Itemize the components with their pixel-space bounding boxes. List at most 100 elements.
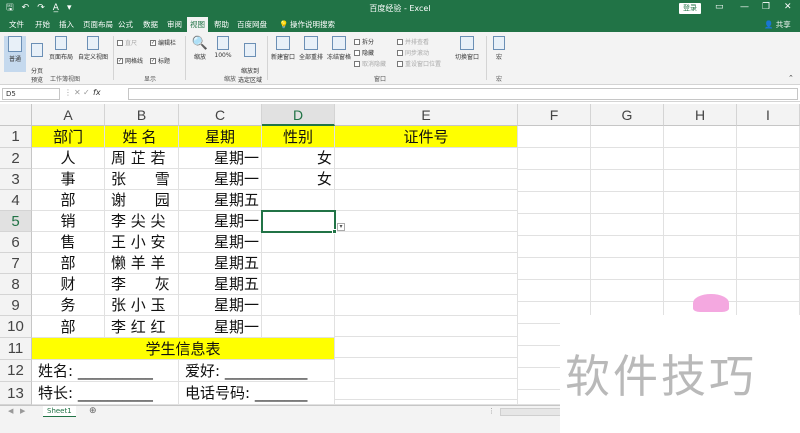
cell-b9[interactable]: 张 小 玉: [105, 295, 179, 316]
restore-icon[interactable]: ❐: [762, 2, 770, 12]
switch-windows-button[interactable]: 切换窗口: [452, 36, 482, 61]
tab-review[interactable]: 审阅: [164, 17, 185, 32]
freeze-panes-button[interactable]: 冻结窗格: [326, 36, 352, 61]
row-header-5[interactable]: 5: [0, 211, 32, 232]
col-header-b[interactable]: B: [105, 104, 179, 126]
cell-a8[interactable]: 财: [32, 274, 105, 295]
cell-d2[interactable]: 女: [262, 148, 335, 169]
cell-c8[interactable]: 星期五: [179, 274, 262, 295]
cell-c12[interactable]: 爱好: ___________: [179, 360, 335, 382]
page-layout-view-button[interactable]: 页面布局: [47, 36, 75, 61]
cell-a12[interactable]: 姓名: __________: [32, 360, 179, 382]
close-icon[interactable]: ✕: [784, 2, 792, 12]
cell-b6[interactable]: 王 小 安: [105, 232, 179, 253]
col-header-d[interactable]: D: [262, 104, 335, 126]
cell-d10[interactable]: [262, 316, 335, 338]
macros-button[interactable]: 宏: [490, 36, 508, 61]
tab-file[interactable]: 文件: [6, 17, 27, 32]
ruler-checkbox[interactable]: 直尺: [117, 38, 137, 47]
new-window-button[interactable]: 新建窗口: [269, 36, 297, 61]
formula-input[interactable]: [128, 88, 798, 100]
headings-checkbox[interactable]: ✓ 标题: [150, 56, 170, 65]
zoom-button[interactable]: 🔍 缩放: [190, 36, 210, 61]
cell-d6[interactable]: [262, 232, 335, 253]
unhide-button[interactable]: 取消隐藏: [354, 59, 386, 68]
arrange-all-button[interactable]: 全部重排: [298, 36, 324, 61]
tab-baidu-netdisk[interactable]: 百度网盘: [234, 17, 270, 32]
cell-b8[interactable]: 李 灰: [105, 274, 179, 295]
cell-d8[interactable]: [262, 274, 335, 295]
row-header-12[interactable]: 12: [0, 360, 32, 382]
collapse-ribbon-icon[interactable]: ⌃: [788, 74, 794, 82]
sync-scroll-button[interactable]: 同步滚动: [397, 48, 429, 57]
cell-c3[interactable]: 星期一: [179, 169, 262, 190]
cell-b7[interactable]: 懒 羊 羊: [105, 253, 179, 274]
cancel-icon[interactable]: ✕: [74, 88, 81, 97]
col-header-f[interactable]: F: [518, 104, 591, 126]
cell-c9[interactable]: 星期一: [179, 295, 262, 316]
custom-view-button[interactable]: 自定义视图: [76, 36, 110, 61]
cell-e1[interactable]: 证件号: [335, 126, 518, 148]
col-header-a[interactable]: A: [32, 104, 105, 126]
cell-c7[interactable]: 星期五: [179, 253, 262, 274]
cell-b5[interactable]: 李 尖 尖: [105, 211, 179, 232]
reset-window-position-button[interactable]: 重设窗口位置: [397, 59, 441, 68]
col-header-e[interactable]: E: [335, 104, 518, 126]
cell-a3[interactable]: 事: [32, 169, 105, 190]
tab-insert[interactable]: 插入: [56, 17, 77, 32]
cell-a1[interactable]: 部门: [32, 126, 105, 148]
col-header-c[interactable]: C: [179, 104, 262, 126]
validation-dropdown-icon[interactable]: ▾: [337, 223, 345, 231]
tab-formulas[interactable]: 公式: [115, 17, 136, 32]
row-header-9[interactable]: 9: [0, 295, 32, 316]
cell-a4[interactable]: 部: [32, 190, 105, 211]
col-header-g[interactable]: G: [591, 104, 664, 126]
enter-icon[interactable]: ✓: [83, 88, 90, 97]
cell-b4[interactable]: 谢 园: [105, 190, 179, 211]
cell-c4[interactable]: 星期五: [179, 190, 262, 211]
cell-c6[interactable]: 星期一: [179, 232, 262, 253]
col-header-i[interactable]: I: [737, 104, 800, 126]
cell-a9[interactable]: 务: [32, 295, 105, 316]
row-header-10[interactable]: 10: [0, 316, 32, 338]
formula-bar-checkbox[interactable]: ✓ 编辑栏: [150, 38, 176, 47]
row-header-6[interactable]: 6: [0, 232, 32, 253]
row-header-8[interactable]: 8: [0, 274, 32, 295]
cell-d7[interactable]: [262, 253, 335, 274]
tab-view[interactable]: 视图: [187, 17, 208, 32]
tab-data[interactable]: 数据: [140, 17, 161, 32]
normal-view-button[interactable]: 普通: [4, 36, 26, 72]
cell-a10[interactable]: 部: [32, 316, 105, 338]
cell-b3[interactable]: 张 雪: [105, 169, 179, 190]
hide-button[interactable]: 隐藏: [354, 48, 374, 57]
cell-d4[interactable]: [262, 190, 335, 211]
cell-c2[interactable]: 星期一: [179, 148, 262, 169]
insert-function-icon[interactable]: fx: [93, 88, 101, 97]
prev-sheet-icon[interactable]: ◀: [8, 407, 13, 415]
cell-b10[interactable]: 李 红 红: [105, 316, 179, 338]
view-side-by-side-button[interactable]: 并排查看: [397, 37, 429, 46]
row-header-1[interactable]: 1: [0, 126, 32, 148]
login-button[interactable]: 登录: [679, 3, 701, 14]
cell-a13[interactable]: 特长: __________: [32, 382, 179, 405]
cell-c10[interactable]: 星期一: [179, 316, 262, 338]
cell-d3[interactable]: 女: [262, 169, 335, 190]
tab-split-handle-icon[interactable]: ⋮: [488, 407, 495, 415]
add-sheet-icon[interactable]: ⊕: [89, 406, 97, 417]
row-header-13[interactable]: 13: [0, 382, 32, 405]
cell-d9[interactable]: [262, 295, 335, 316]
row-header-4[interactable]: 4: [0, 190, 32, 211]
zoom-100-button[interactable]: 100%: [212, 36, 234, 59]
range-e2-e13[interactable]: [335, 148, 518, 405]
cell-c1[interactable]: 星期: [179, 126, 262, 148]
cell-a2[interactable]: 人: [32, 148, 105, 169]
tell-me-search[interactable]: 操作说明搜索: [287, 17, 338, 32]
col-header-h[interactable]: H: [664, 104, 737, 126]
name-box-dropdown-icon[interactable]: ⋮: [64, 88, 72, 97]
cell-c13[interactable]: 电话号码: _______: [179, 382, 335, 405]
cell-a5[interactable]: 销: [32, 211, 105, 232]
split-button[interactable]: 拆分: [354, 37, 374, 46]
tab-home[interactable]: 开始: [32, 17, 53, 32]
ribbon-options-icon[interactable]: ▭: [715, 2, 724, 12]
minimize-icon[interactable]: —: [740, 2, 749, 12]
